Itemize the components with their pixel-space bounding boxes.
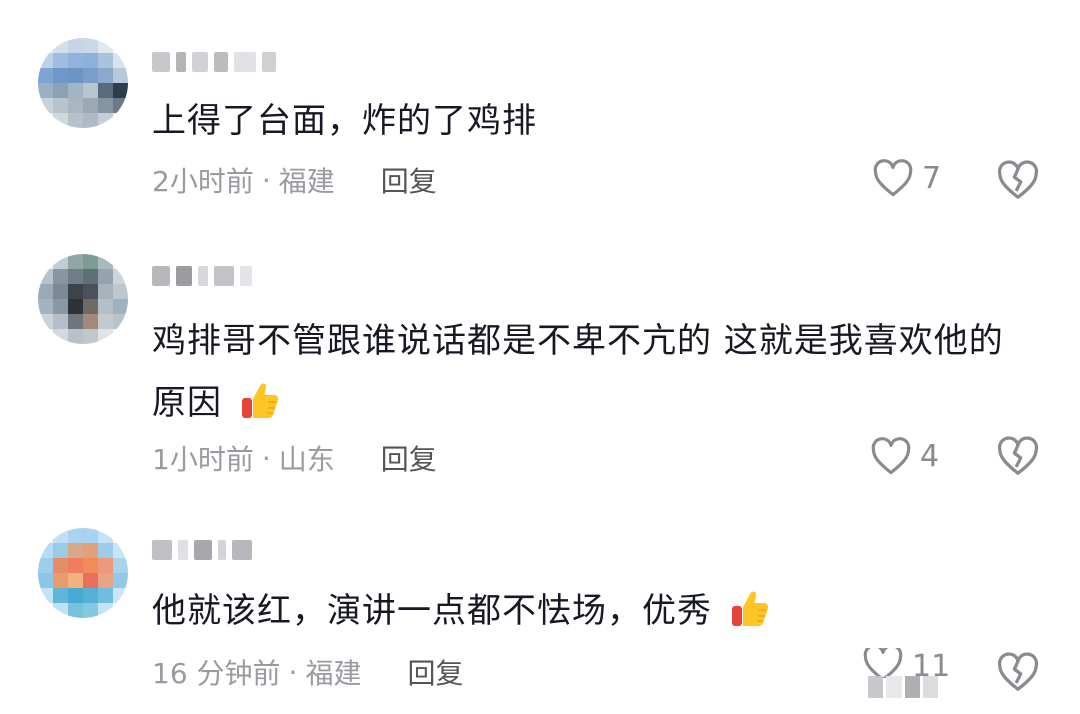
location: 福建 [278, 165, 335, 198]
heart-outline-icon [863, 648, 903, 678]
heart-outline-icon [873, 159, 913, 197]
avatar[interactable] [38, 528, 128, 618]
pixelated-overlay [868, 676, 938, 698]
avatar[interactable] [38, 254, 128, 344]
like-button[interactable]: 4 [870, 436, 939, 476]
like-count: 11 [912, 648, 951, 679]
reply-button[interactable]: 回复 [407, 652, 463, 692]
broken-heart-icon[interactable] [996, 436, 1040, 476]
comment-meta: 16 分钟前 · 福建 回复 [152, 652, 463, 692]
username[interactable] [152, 262, 252, 290]
avatar[interactable] [38, 38, 128, 128]
broken-heart-icon[interactable] [996, 160, 1040, 200]
like-count: 7 [922, 160, 942, 196]
thumbs-up-emoji [731, 591, 768, 626]
like-button[interactable]: 11 [862, 648, 950, 678]
timestamp: 2小时前 [152, 165, 254, 198]
comment-text: 他就该红，演讲一点都不怯场，优秀 [152, 586, 1032, 636]
username[interactable] [152, 536, 252, 564]
timestamp: 1小时前 [152, 443, 254, 476]
like-count: 4 [920, 438, 940, 474]
broken-heart-icon[interactable] [996, 652, 1040, 692]
comment-text-content: 上得了台面，炸的了鸡排 [152, 101, 537, 141]
timestamp: 16 分钟前 [152, 657, 281, 690]
comment-meta: 1小时前 · 山东 回复 [152, 438, 437, 478]
comment-text: 上得了台面，炸的了鸡排 [152, 96, 1032, 146]
comment-text-content: 他就该红，演讲一点都不怯场，优秀 [152, 591, 712, 631]
comment-text: 鸡排哥不管跟谁说话都是不卑不亢的 这就是我喜欢他的原因 [152, 310, 1032, 434]
heart-outline-icon [871, 437, 911, 475]
like-button[interactable]: 7 [872, 158, 941, 198]
comment-meta: 2小时前 · 福建 回复 [152, 160, 437, 200]
meta-separator: · [288, 655, 298, 689]
comment-item: 鸡排哥不管跟谁说话都是不卑不亢的 这就是我喜欢他的原因 1小时前 · 山东 回复… [0, 230, 1080, 500]
meta-separator: · [261, 163, 271, 197]
thumbs-up-emoji [241, 383, 278, 418]
reply-button[interactable]: 回复 [381, 160, 437, 200]
location: 山东 [278, 443, 335, 476]
comment-item: 上得了台面，炸的了鸡排 2小时前 · 福建 回复 7 [0, 0, 1080, 230]
reply-button[interactable]: 回复 [381, 438, 437, 478]
username[interactable] [152, 48, 276, 76]
location: 福建 [305, 657, 362, 690]
meta-separator: · [261, 441, 271, 475]
